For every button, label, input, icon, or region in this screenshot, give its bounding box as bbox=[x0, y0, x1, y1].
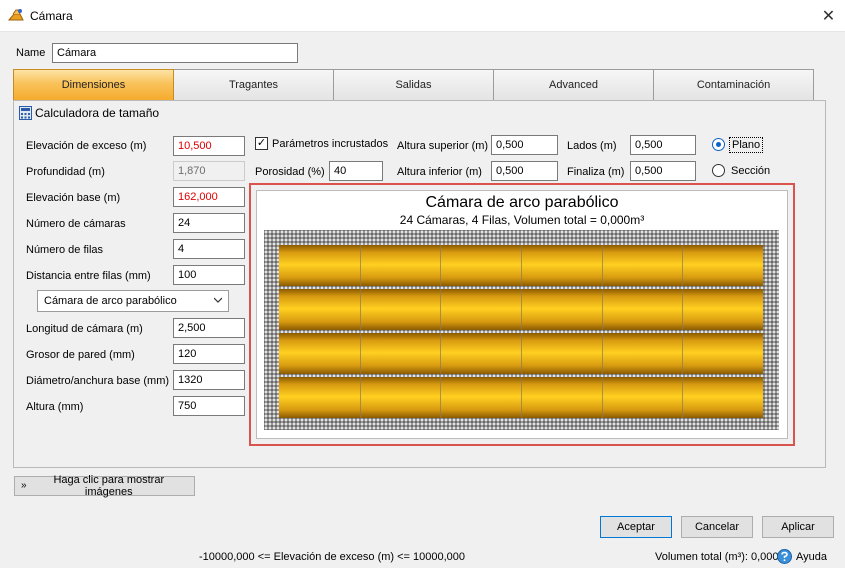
chamber-divider bbox=[682, 245, 683, 286]
altura-superior-input[interactable] bbox=[491, 135, 558, 155]
porosidad-input[interactable] bbox=[329, 161, 383, 181]
grosor-pared-input[interactable] bbox=[173, 344, 245, 364]
seccion-label: Sección bbox=[731, 165, 771, 177]
range-status: -10000,000 <= Elevación de exceso (m) <=… bbox=[199, 551, 466, 563]
apply-button[interactable]: Aplicar bbox=[762, 516, 834, 538]
chamber-divider bbox=[602, 289, 603, 330]
elevacion-exceso-input[interactable] bbox=[173, 136, 245, 156]
diametro-base-label: Diámetro/anchura base (mm) bbox=[26, 375, 170, 387]
distancia-filas-input[interactable] bbox=[173, 265, 245, 285]
chamber-divider bbox=[521, 245, 522, 286]
altura-input[interactable] bbox=[173, 396, 245, 416]
tab-salidas[interactable]: Salidas bbox=[334, 69, 494, 101]
diametro-base-input[interactable] bbox=[173, 370, 245, 390]
chamber-type-value: Cámara de arco parabólico bbox=[44, 295, 177, 307]
preview-title: Cámara de arco parabólico bbox=[425, 194, 619, 211]
grosor-pared-label: Grosor de pared (mm) bbox=[26, 349, 135, 361]
tab-tragantes[interactable]: Tragantes bbox=[174, 69, 334, 101]
tab-dimensiones[interactable]: Dimensiones bbox=[13, 69, 174, 101]
chamber-divider bbox=[360, 377, 361, 418]
numero-filas-input[interactable] bbox=[173, 239, 245, 259]
tab-advanced[interactable]: Advanced bbox=[494, 69, 654, 101]
distancia-filas-label: Distancia entre filas (mm) bbox=[26, 270, 151, 282]
elevacion-exceso-label: Elevación de exceso (m) bbox=[26, 140, 147, 152]
chamber-divider bbox=[440, 289, 441, 330]
numero-camaras-input[interactable] bbox=[173, 213, 245, 233]
elevacion-base-label: Elevación base (m) bbox=[26, 192, 121, 204]
chamber-divider bbox=[602, 245, 603, 286]
chamber-divider bbox=[521, 333, 522, 374]
chamber-divider bbox=[682, 289, 683, 330]
volume-status: Volumen total (m³): 0,000 bbox=[655, 551, 779, 563]
numero-camaras-label: Número de cámaras bbox=[26, 218, 126, 230]
altura-inferior-input[interactable] bbox=[491, 161, 558, 181]
elevacion-base-input[interactable] bbox=[173, 187, 245, 207]
chamber-divider bbox=[602, 377, 603, 418]
seccion-radio[interactable] bbox=[712, 164, 725, 177]
chamber-divider bbox=[602, 333, 603, 374]
chamber-divider bbox=[360, 333, 361, 374]
name-input[interactable] bbox=[52, 43, 298, 63]
longitud-camara-input[interactable] bbox=[173, 318, 245, 338]
accept-button[interactable]: Aceptar bbox=[600, 516, 672, 538]
chamber-row bbox=[279, 245, 763, 286]
tab-contaminacion[interactable]: Contaminación bbox=[654, 69, 814, 101]
show-images-button[interactable]: » Haga clic para mostrar imágenes bbox=[14, 474, 195, 498]
chamber-row bbox=[279, 333, 763, 374]
chamber-divider bbox=[440, 333, 441, 374]
parametros-incrustados-label: Parámetros incrustados bbox=[272, 138, 389, 150]
porosidad-label: Porosidad (%) bbox=[255, 166, 325, 178]
chamber-divider bbox=[682, 333, 683, 374]
show-images-label: Haga clic para mostrar imágenes bbox=[53, 474, 165, 498]
finaliza-input[interactable] bbox=[630, 161, 696, 181]
chamber-divider bbox=[440, 245, 441, 286]
lados-label: Lados (m) bbox=[567, 140, 617, 152]
altura-inferior-label: Altura inferior (m) bbox=[397, 166, 482, 178]
close-button[interactable]: ✕ bbox=[812, 0, 845, 32]
profundidad-input bbox=[173, 161, 245, 181]
chamber-divider bbox=[440, 377, 441, 418]
longitud-camara-label: Longitud de cámara (m) bbox=[26, 323, 143, 335]
chevron-down-icon bbox=[214, 297, 222, 303]
chamber-divider bbox=[360, 245, 361, 286]
plano-radio[interactable] bbox=[712, 138, 725, 151]
title-bar bbox=[0, 0, 845, 32]
chamber-type-select[interactable]: Cámara de arco parabólico bbox=[37, 290, 229, 312]
chamber-app-icon bbox=[8, 9, 24, 21]
cancel-button[interactable]: Cancelar bbox=[681, 516, 753, 538]
finaliza-label: Finaliza (m) bbox=[567, 166, 625, 178]
lados-input[interactable] bbox=[630, 135, 696, 155]
chamber-row bbox=[279, 289, 763, 330]
help-icon[interactable] bbox=[777, 549, 792, 564]
help-link[interactable]: Ayuda bbox=[796, 551, 827, 563]
profundidad-label: Profundidad (m) bbox=[26, 166, 105, 178]
altura-label: Altura (mm) bbox=[26, 401, 84, 413]
preview-subtitle: 24 Cámaras, 4 Filas, Volumen total = 0,0… bbox=[399, 213, 645, 227]
chamber-divider bbox=[360, 289, 361, 330]
altura-superior-label: Altura superior (m) bbox=[397, 140, 489, 152]
plano-label: Plano bbox=[729, 137, 764, 153]
double-chevron-down-icon: » bbox=[21, 480, 27, 491]
name-label: Name bbox=[16, 47, 46, 59]
parametros-incrustados-checkbox[interactable]: ✓ bbox=[255, 137, 268, 150]
window-title: Cámara bbox=[30, 9, 73, 23]
chamber-row bbox=[279, 377, 763, 418]
chamber-divider bbox=[521, 377, 522, 418]
numero-filas-label: Número de filas bbox=[26, 244, 104, 256]
section-title: Calculadora de tamaño bbox=[35, 106, 160, 120]
calculator-icon bbox=[19, 106, 32, 120]
chamber-divider bbox=[682, 377, 683, 418]
chamber-divider bbox=[521, 289, 522, 330]
